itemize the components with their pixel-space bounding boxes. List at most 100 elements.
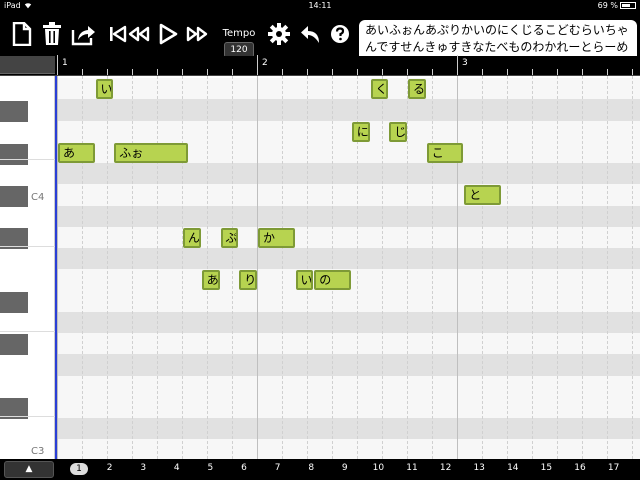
- black-key[interactable]: [0, 143, 28, 165]
- pitch-row: [0, 396, 640, 418]
- key-divider: [0, 159, 55, 160]
- black-key[interactable]: [0, 334, 28, 356]
- note-block[interactable]: い: [295, 270, 314, 291]
- bar-line: [457, 76, 458, 459]
- ruler-tick: [532, 69, 533, 75]
- beat-line: [432, 76, 433, 459]
- rewind-icon[interactable]: [124, 20, 152, 48]
- ruler-tick: [632, 69, 633, 75]
- beat-line: [157, 76, 158, 459]
- beat-number[interactable]: 6: [234, 463, 254, 473]
- bar-line: [57, 76, 58, 459]
- scroll-up-button[interactable]: ▲: [4, 461, 54, 478]
- note-block[interactable]: に: [351, 121, 370, 142]
- black-key[interactable]: [0, 292, 28, 313]
- black-key[interactable]: [0, 101, 28, 123]
- beat-number[interactable]: 11: [402, 463, 422, 473]
- beat-number[interactable]: 1: [70, 463, 88, 475]
- beat-number[interactable]: 8: [301, 463, 321, 473]
- trash-icon[interactable]: [38, 20, 66, 48]
- fast-forward-icon[interactable]: [184, 20, 212, 48]
- note-block[interactable]: い: [95, 79, 114, 99]
- beat-line: [532, 76, 533, 459]
- new-document-icon[interactable]: [8, 20, 36, 48]
- timeline-ruler[interactable]: 1 2 3: [0, 55, 640, 76]
- note-block[interactable]: り: [239, 270, 257, 291]
- ruler-tick: [332, 69, 333, 75]
- octave-label: C3: [31, 446, 45, 457]
- ruler-tick: [307, 69, 308, 75]
- note-block[interactable]: ふぉ: [114, 142, 189, 163]
- help-icon[interactable]: [326, 20, 354, 48]
- bar-number: 3: [462, 58, 468, 68]
- beat-number[interactable]: 16: [570, 463, 590, 473]
- beat-number[interactable]: 12: [436, 463, 456, 473]
- ruler-tick: [232, 69, 233, 75]
- octave-label: C4: [31, 192, 45, 203]
- beat-number[interactable]: 9: [335, 463, 355, 473]
- note-block[interactable]: こ: [426, 142, 464, 163]
- ruler-corner: [0, 56, 55, 74]
- black-key[interactable]: [0, 186, 28, 207]
- beat-number[interactable]: 2: [100, 463, 120, 473]
- toolbar: Tempo 120 あいふぉんあぷりかいのにくじるこどむらいちゃんですせんきゅす…: [0, 12, 640, 68]
- bar-number: 2: [262, 58, 268, 68]
- ruler-tick: [207, 69, 208, 75]
- pitch-row: [0, 184, 640, 206]
- pitch-row: [0, 439, 640, 459]
- share-icon[interactable]: [70, 20, 98, 48]
- beat-line: [407, 76, 408, 459]
- note-block[interactable]: と: [464, 185, 501, 206]
- ruler-bar-line: [457, 55, 458, 75]
- ruler-tick: [182, 69, 183, 75]
- note-block[interactable]: く: [370, 79, 389, 99]
- note-block[interactable]: ん: [183, 227, 201, 248]
- beat-line: [107, 76, 108, 459]
- pitch-row: [0, 290, 640, 312]
- pitch-row: [0, 205, 640, 227]
- note-block[interactable]: あ: [58, 142, 95, 163]
- beat-line: [632, 76, 633, 459]
- pitch-row: [0, 141, 640, 163]
- beat-number[interactable]: 3: [133, 463, 153, 473]
- tempo-control[interactable]: Tempo 120: [220, 28, 258, 58]
- status-bar: iPad 14:11 69 %: [0, 0, 640, 12]
- ruler-tick: [282, 69, 283, 75]
- beat-line: [82, 76, 83, 459]
- beat-number[interactable]: 5: [200, 463, 220, 473]
- pitch-row: [0, 99, 640, 121]
- note-block[interactable]: ぷ: [220, 227, 239, 248]
- undo-icon[interactable]: [297, 20, 325, 48]
- note-block[interactable]: る: [408, 79, 426, 99]
- key-divider: [0, 331, 55, 332]
- beat-number[interactable]: 15: [536, 463, 556, 473]
- beat-line: [232, 76, 233, 459]
- beat-line: [132, 76, 133, 459]
- piano-keyboard[interactable]: C4 C3: [0, 76, 55, 459]
- clock: 14:11: [308, 1, 332, 10]
- beat-number[interactable]: 10: [368, 463, 388, 473]
- tempo-label: Tempo: [222, 28, 256, 39]
- beat-number[interactable]: 14: [503, 463, 523, 473]
- beat-number[interactable]: 17: [604, 463, 624, 473]
- battery-icon: [620, 2, 636, 9]
- beat-number[interactable]: 13: [469, 463, 489, 473]
- note-block[interactable]: か: [258, 227, 295, 248]
- ruler-bar-line: [57, 55, 58, 75]
- note-block[interactable]: の: [314, 270, 351, 291]
- bar-number: 1: [62, 58, 68, 68]
- play-icon[interactable]: [154, 20, 182, 48]
- playhead[interactable]: [55, 76, 57, 459]
- pitch-row: [0, 333, 640, 355]
- beat-line: [182, 76, 183, 459]
- beat-number[interactable]: 7: [268, 463, 288, 473]
- beat-line: [582, 76, 583, 459]
- beat-number[interactable]: 4: [167, 463, 187, 473]
- settings-gear-icon[interactable]: [265, 20, 293, 48]
- ruler-tick: [357, 69, 358, 75]
- note-block[interactable]: あ: [201, 270, 220, 291]
- ruler-tick: [157, 69, 158, 75]
- note-block[interactable]: じ: [389, 121, 407, 142]
- ruler-tick: [82, 69, 83, 75]
- piano-roll-grid[interactable]: C4 C3 あいふぉんあぷりかいのにくじること: [0, 76, 640, 459]
